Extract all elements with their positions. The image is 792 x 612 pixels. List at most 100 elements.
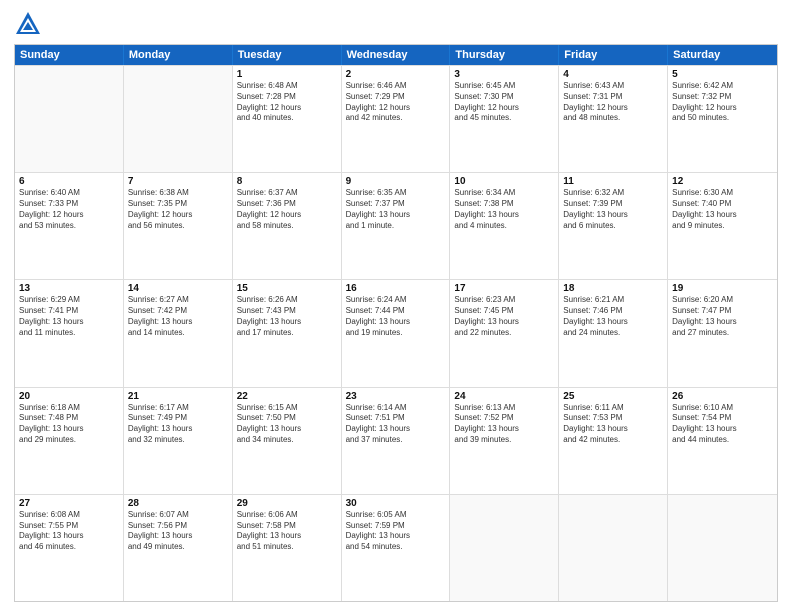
calendar-cell bbox=[124, 66, 233, 172]
cell-line: and 27 minutes. bbox=[672, 328, 773, 339]
day-header-wednesday: Wednesday bbox=[342, 45, 451, 65]
cell-line: Daylight: 13 hours bbox=[346, 210, 446, 221]
calendar-cell: 14Sunrise: 6:27 AMSunset: 7:42 PMDayligh… bbox=[124, 280, 233, 386]
cell-line: Sunset: 7:45 PM bbox=[454, 306, 554, 317]
cell-line: Sunset: 7:54 PM bbox=[672, 413, 773, 424]
cell-line: Sunrise: 6:27 AM bbox=[128, 295, 228, 306]
calendar-cell: 19Sunrise: 6:20 AMSunset: 7:47 PMDayligh… bbox=[668, 280, 777, 386]
cell-line: Sunrise: 6:06 AM bbox=[237, 510, 337, 521]
calendar-cell: 11Sunrise: 6:32 AMSunset: 7:39 PMDayligh… bbox=[559, 173, 668, 279]
cell-line: Sunrise: 6:29 AM bbox=[19, 295, 119, 306]
calendar-week-2: 6Sunrise: 6:40 AMSunset: 7:33 PMDaylight… bbox=[15, 172, 777, 279]
cell-line: and 54 minutes. bbox=[346, 542, 446, 553]
cell-line: Sunrise: 6:37 AM bbox=[237, 188, 337, 199]
calendar-header: SundayMondayTuesdayWednesdayThursdayFrid… bbox=[15, 45, 777, 65]
cell-line: and 34 minutes. bbox=[237, 435, 337, 446]
day-number: 22 bbox=[237, 391, 337, 402]
cell-line: Sunset: 7:52 PM bbox=[454, 413, 554, 424]
day-number: 15 bbox=[237, 283, 337, 294]
day-number: 20 bbox=[19, 391, 119, 402]
cell-line: Sunset: 7:31 PM bbox=[563, 92, 663, 103]
day-number: 1 bbox=[237, 69, 337, 80]
cell-line: and 4 minutes. bbox=[454, 221, 554, 232]
cell-line: Sunrise: 6:23 AM bbox=[454, 295, 554, 306]
calendar-cell: 24Sunrise: 6:13 AMSunset: 7:52 PMDayligh… bbox=[450, 388, 559, 494]
calendar-cell: 3Sunrise: 6:45 AMSunset: 7:30 PMDaylight… bbox=[450, 66, 559, 172]
day-number: 17 bbox=[454, 283, 554, 294]
cell-line: Sunset: 7:30 PM bbox=[454, 92, 554, 103]
cell-line: and 11 minutes. bbox=[19, 328, 119, 339]
cell-line: Sunset: 7:28 PM bbox=[237, 92, 337, 103]
cell-line: and 50 minutes. bbox=[672, 113, 773, 124]
calendar-cell: 28Sunrise: 6:07 AMSunset: 7:56 PMDayligh… bbox=[124, 495, 233, 601]
cell-line: and 42 minutes. bbox=[563, 435, 663, 446]
cell-line: Sunrise: 6:11 AM bbox=[563, 403, 663, 414]
cell-line: Sunset: 7:35 PM bbox=[128, 199, 228, 210]
cell-line: Sunset: 7:39 PM bbox=[563, 199, 663, 210]
cell-line: Sunrise: 6:18 AM bbox=[19, 403, 119, 414]
day-number: 13 bbox=[19, 283, 119, 294]
calendar-cell: 25Sunrise: 6:11 AMSunset: 7:53 PMDayligh… bbox=[559, 388, 668, 494]
cell-line: Sunrise: 6:13 AM bbox=[454, 403, 554, 414]
cell-line: Sunset: 7:32 PM bbox=[672, 92, 773, 103]
cell-line: and 46 minutes. bbox=[19, 542, 119, 553]
day-number: 12 bbox=[672, 176, 773, 187]
calendar-cell bbox=[668, 495, 777, 601]
day-number: 2 bbox=[346, 69, 446, 80]
cell-line: Daylight: 13 hours bbox=[128, 424, 228, 435]
cell-line: and 48 minutes. bbox=[563, 113, 663, 124]
calendar-week-5: 27Sunrise: 6:08 AMSunset: 7:55 PMDayligh… bbox=[15, 494, 777, 601]
cell-line: Sunrise: 6:07 AM bbox=[128, 510, 228, 521]
cell-line: Sunset: 7:38 PM bbox=[454, 199, 554, 210]
cell-line: Sunset: 7:29 PM bbox=[346, 92, 446, 103]
cell-line: Sunrise: 6:32 AM bbox=[563, 188, 663, 199]
cell-line: and 24 minutes. bbox=[563, 328, 663, 339]
calendar-cell: 16Sunrise: 6:24 AMSunset: 7:44 PMDayligh… bbox=[342, 280, 451, 386]
cell-line: Sunset: 7:56 PM bbox=[128, 521, 228, 532]
cell-line: Sunrise: 6:42 AM bbox=[672, 81, 773, 92]
cell-line: Sunrise: 6:30 AM bbox=[672, 188, 773, 199]
cell-line: Sunset: 7:44 PM bbox=[346, 306, 446, 317]
day-number: 11 bbox=[563, 176, 663, 187]
cell-line: and 29 minutes. bbox=[19, 435, 119, 446]
cell-line: and 39 minutes. bbox=[454, 435, 554, 446]
calendar-cell: 26Sunrise: 6:10 AMSunset: 7:54 PMDayligh… bbox=[668, 388, 777, 494]
cell-line: Sunset: 7:46 PM bbox=[563, 306, 663, 317]
day-number: 5 bbox=[672, 69, 773, 80]
cell-line: Sunset: 7:33 PM bbox=[19, 199, 119, 210]
cell-line: Sunrise: 6:46 AM bbox=[346, 81, 446, 92]
day-number: 4 bbox=[563, 69, 663, 80]
calendar-cell: 12Sunrise: 6:30 AMSunset: 7:40 PMDayligh… bbox=[668, 173, 777, 279]
cell-line: Daylight: 13 hours bbox=[19, 424, 119, 435]
cell-line: Sunrise: 6:43 AM bbox=[563, 81, 663, 92]
calendar-cell bbox=[15, 66, 124, 172]
page: SundayMondayTuesdayWednesdayThursdayFrid… bbox=[0, 0, 792, 612]
day-number: 8 bbox=[237, 176, 337, 187]
cell-line: Daylight: 13 hours bbox=[19, 531, 119, 542]
cell-line: Daylight: 13 hours bbox=[672, 210, 773, 221]
cell-line: Sunrise: 6:05 AM bbox=[346, 510, 446, 521]
cell-line: and 56 minutes. bbox=[128, 221, 228, 232]
cell-line: Sunrise: 6:24 AM bbox=[346, 295, 446, 306]
calendar-cell: 9Sunrise: 6:35 AMSunset: 7:37 PMDaylight… bbox=[342, 173, 451, 279]
cell-line: Sunrise: 6:10 AM bbox=[672, 403, 773, 414]
calendar-cell: 10Sunrise: 6:34 AMSunset: 7:38 PMDayligh… bbox=[450, 173, 559, 279]
calendar-cell: 4Sunrise: 6:43 AMSunset: 7:31 PMDaylight… bbox=[559, 66, 668, 172]
day-number: 25 bbox=[563, 391, 663, 402]
cell-line: Sunset: 7:51 PM bbox=[346, 413, 446, 424]
calendar-cell: 27Sunrise: 6:08 AMSunset: 7:55 PMDayligh… bbox=[15, 495, 124, 601]
day-number: 3 bbox=[454, 69, 554, 80]
cell-line: Sunrise: 6:45 AM bbox=[454, 81, 554, 92]
cell-line: and 32 minutes. bbox=[128, 435, 228, 446]
day-number: 7 bbox=[128, 176, 228, 187]
cell-line: Sunrise: 6:08 AM bbox=[19, 510, 119, 521]
cell-line: Daylight: 13 hours bbox=[346, 317, 446, 328]
cell-line: Sunset: 7:55 PM bbox=[19, 521, 119, 532]
day-number: 28 bbox=[128, 498, 228, 509]
cell-line: and 17 minutes. bbox=[237, 328, 337, 339]
day-header-monday: Monday bbox=[124, 45, 233, 65]
cell-line: Sunset: 7:59 PM bbox=[346, 521, 446, 532]
day-number: 26 bbox=[672, 391, 773, 402]
day-header-sunday: Sunday bbox=[15, 45, 124, 65]
cell-line: Sunset: 7:42 PM bbox=[128, 306, 228, 317]
